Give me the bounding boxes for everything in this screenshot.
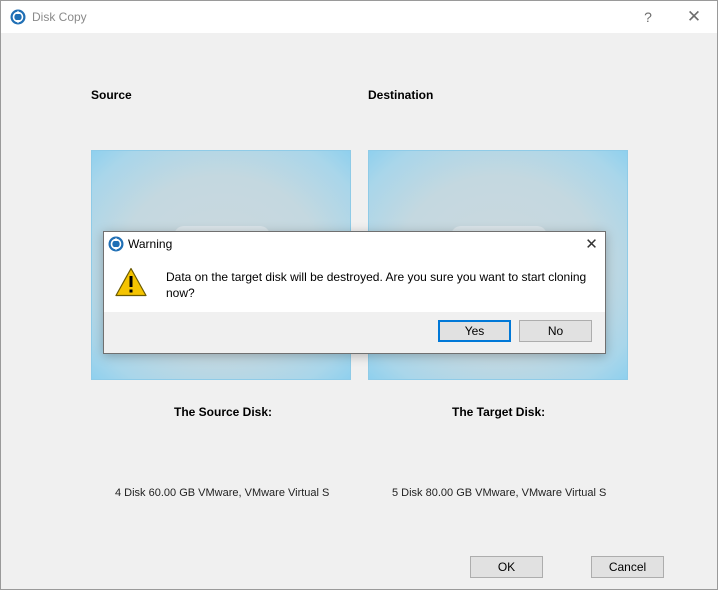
dialog-app-logo-icon	[108, 236, 124, 252]
warning-triangle-icon	[115, 267, 147, 297]
no-button[interactable]: No	[519, 320, 592, 342]
source-disk-label: The Source Disk:	[174, 405, 273, 419]
window-close-button[interactable]: ✕	[671, 1, 717, 33]
app-logo-icon	[10, 9, 26, 25]
close-icon: ✕	[686, 7, 702, 26]
window-titlebar[interactable]: Disk Copy ? ✕	[1, 1, 717, 33]
dialog-titlebar[interactable]: Warning ✕	[104, 232, 605, 256]
yes-button[interactable]: Yes	[438, 320, 511, 342]
target-disk-info: 5 Disk 80.00 GB VMware, VMware Virtual S	[392, 487, 607, 499]
destination-heading: Destination	[368, 88, 434, 102]
target-disk-label: The Target Disk:	[452, 405, 546, 419]
help-icon: ?	[644, 9, 652, 25]
cancel-button[interactable]: Cancel	[591, 556, 664, 578]
help-button[interactable]: ?	[625, 1, 671, 33]
dialog-body: Data on the target disk will be destroye…	[104, 256, 605, 312]
window-title: Disk Copy	[32, 10, 87, 24]
dialog-message: Data on the target disk will be destroye…	[166, 270, 587, 300]
dialog-title: Warning	[128, 237, 173, 251]
dialog-close-button[interactable]: ✕	[578, 232, 605, 256]
close-icon: ✕	[585, 236, 598, 253]
ok-button[interactable]: OK	[470, 556, 543, 578]
source-heading: Source	[91, 88, 132, 102]
source-disk-info: 4 Disk 60.00 GB VMware, VMware Virtual S	[115, 487, 330, 499]
warning-dialog: Warning ✕ Data on the target disk will b…	[103, 231, 606, 354]
